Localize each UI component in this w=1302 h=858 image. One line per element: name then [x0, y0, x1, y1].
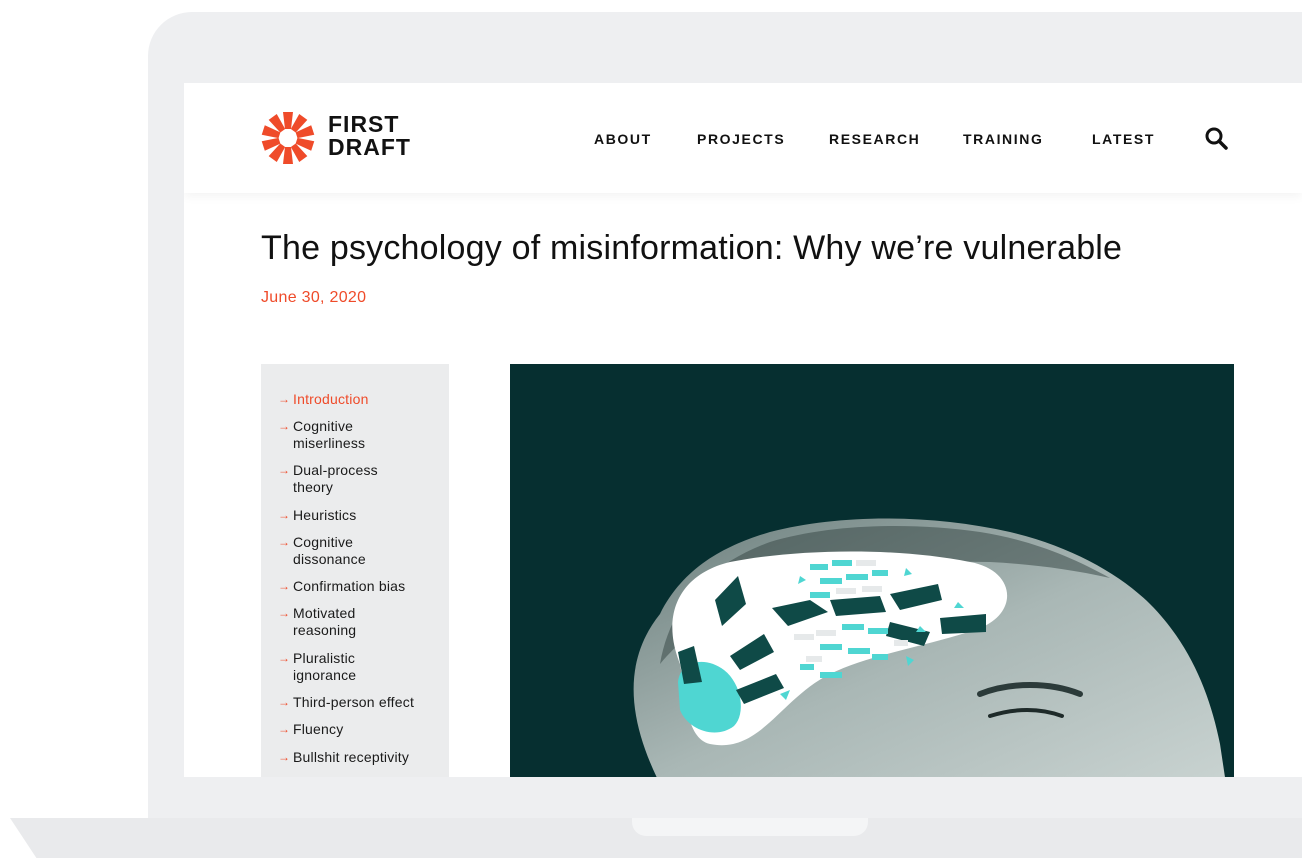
arrow-right-icon: → [278, 535, 291, 549]
toc-label: Introduction [293, 391, 369, 407]
toc-item-motivated-reasoning[interactable]: → Motivated reasoning [278, 605, 443, 639]
search-icon[interactable] [1204, 126, 1230, 152]
arrow-right-icon: → [278, 606, 291, 620]
brand-logo[interactable]: FIRST DRAFT [260, 110, 420, 166]
toc-label-cont: dissonance [293, 551, 366, 567]
arrow-right-icon: → [278, 579, 291, 593]
toc-item-third-person-effect[interactable]: → Third-person effect [278, 694, 443, 711]
brand-wordmark: FIRST DRAFT [328, 113, 411, 159]
toc-item-confirmation-bias[interactable]: → Confirmation bias [278, 578, 443, 595]
nav-research[interactable]: RESEARCH [829, 131, 920, 147]
toc-label: Third-person effect [293, 694, 415, 710]
toc-label: Confirmation bias [293, 578, 406, 594]
arrow-right-icon: → [278, 419, 291, 433]
article-title: The psychology of misinformation: Why we… [261, 229, 1123, 267]
toc-label: Fluency [293, 721, 344, 737]
toc-label: Dual-process [293, 462, 378, 478]
nav-projects[interactable]: PROJECTS [697, 131, 785, 147]
arrow-right-icon: → [278, 508, 291, 522]
arrow-right-icon: → [278, 722, 291, 736]
brand-line-1: FIRST [328, 111, 400, 137]
nav-about[interactable]: ABOUT [594, 131, 652, 147]
toc-label: Cognitive [293, 418, 354, 434]
toc-item-introduction[interactable]: → Introduction [278, 391, 443, 408]
toc-label-cont: theory [293, 479, 334, 495]
toc-label-cont: ignorance [293, 667, 357, 683]
table-of-contents: → Introduction → Cognitive miserliness → … [261, 364, 449, 777]
brand-line-2: DRAFT [328, 134, 411, 160]
nav-training[interactable]: TRAINING [963, 131, 1043, 147]
arrow-right-icon: → [278, 651, 291, 665]
toc-item-heuristics[interactable]: → Heuristics [278, 507, 443, 524]
arrow-right-icon: → [278, 750, 291, 764]
arrow-right-icon: → [278, 392, 291, 406]
toc-label: Heuristics [293, 507, 357, 523]
toc-item-fluency[interactable]: → Fluency [278, 721, 443, 738]
toc-label: Cognitive [293, 534, 354, 550]
browser-screen: FIRST DRAFT ABOUT PROJECTS RESEARCH TRAI… [184, 83, 1302, 777]
site-header: FIRST DRAFT ABOUT PROJECTS RESEARCH TRAI… [184, 83, 1302, 193]
arrow-right-icon: → [278, 695, 291, 709]
head-brain-illustration [633, 518, 1225, 777]
toc-label: Motivated [293, 605, 356, 621]
toc-label: Pluralistic [293, 650, 356, 666]
toc-item-dual-process-theory[interactable]: → Dual-process theory [278, 462, 443, 496]
toc-label: Bullshit receptivity [293, 749, 410, 765]
article-date: June 30, 2020 [261, 289, 367, 306]
starburst-logo-icon [261, 112, 315, 164]
toc-item-cognitive-dissonance[interactable]: → Cognitive dissonance [278, 534, 443, 568]
laptop-notch [632, 818, 868, 836]
toc-item-pluralistic-ignorance[interactable]: → Pluralistic ignorance [278, 650, 443, 684]
hero-illustration [510, 364, 1234, 777]
toc-label-cont: reasoning [293, 622, 357, 638]
toc-item-cognitive-miserliness[interactable]: → Cognitive miserliness [278, 418, 443, 452]
toc-item-bullshit-receptivity[interactable]: → Bullshit receptivity [278, 749, 443, 766]
toc-label-cont: miserliness [293, 435, 366, 451]
nav-latest[interactable]: LATEST [1092, 131, 1155, 147]
arrow-right-icon: → [278, 463, 291, 477]
